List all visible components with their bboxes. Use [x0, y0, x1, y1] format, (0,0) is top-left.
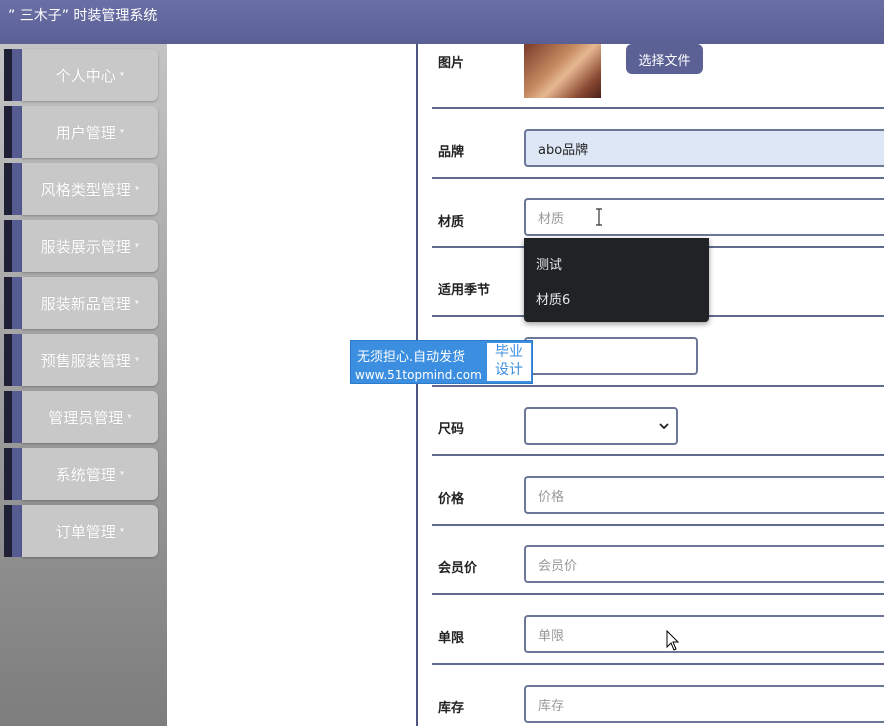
sidebar-item-label: 系统管理 [55, 465, 116, 484]
form-left-border [416, 44, 418, 726]
season-input[interactable] [524, 337, 698, 375]
price-label: 价格 [438, 492, 465, 507]
stock-label: 库存 [438, 701, 465, 716]
sidebar-item-presale-clothing-management[interactable]: 预售服装管理 ▾ [4, 334, 158, 386]
sidebar-item-order-management[interactable]: 订单管理 ▾ [4, 505, 158, 557]
sidebar-item-label: 预售服装管理 [40, 351, 131, 370]
chevron-down-icon: ▾ [119, 469, 125, 479]
sidebar-item-label: 用户管理 [55, 123, 116, 142]
sidebar-item-clothing-display-management[interactable]: 服装展示管理 ▾ [4, 220, 158, 272]
sidebar-item-new-clothing-management[interactable]: 服装新品管理 ▾ [4, 277, 158, 329]
sidebar-item-label: 订单管理 [55, 522, 116, 541]
sidebar-item-label: 服装新品管理 [40, 294, 131, 313]
material-autocomplete-dropdown: 测试 材质6 [524, 238, 709, 322]
sidebar: 个人中心 ▾ 用户管理 ▾ 风格类型管理 ▾ 服装展示管理 ▾ 服装新品管理 ▾ 预售服装… [0, 44, 167, 726]
watermark-badge: 毕业 设计 [487, 343, 531, 381]
mouse-pointer-icon [666, 630, 680, 651]
product-image-thumbnail [524, 44, 601, 98]
member-price-input[interactable]: 会员价 [524, 545, 884, 583]
limit-label: 单限 [438, 631, 465, 646]
sidebar-item-user-management[interactable]: 用户管理 ▾ [4, 106, 158, 158]
sidebar-item-system-management[interactable]: 系统管理 ▾ [4, 448, 158, 500]
sidebar-item-label: 服装展示管理 [40, 237, 131, 256]
autocomplete-option[interactable]: 测试 [536, 254, 562, 273]
sidebar-item-label: 管理员管理 [48, 408, 124, 427]
sidebar-item-style-type-management[interactable]: 风格类型管理 ▾ [4, 163, 158, 215]
watermark-url: www.51topmind.com [355, 368, 482, 382]
sidebar-item-personal-center[interactable]: 个人中心 ▾ [4, 49, 158, 101]
chevron-down-icon: ▾ [127, 412, 132, 422]
text-cursor-icon [596, 208, 602, 226]
member-price-label: 会员价 [438, 561, 478, 576]
autocomplete-option[interactable]: 材质6 [536, 289, 570, 308]
brand-label: 品牌 [438, 145, 465, 160]
material-label: 材质 [438, 215, 465, 230]
size-label: 尺码 [438, 422, 465, 437]
chevron-down-icon: ▾ [119, 526, 125, 536]
chevron-down-icon: ▾ [134, 241, 140, 251]
top-bar: ” 三木子” 时装管理系统 [0, 0, 884, 44]
size-select[interactable] [524, 407, 678, 445]
chevron-down-icon: ▾ [134, 355, 140, 365]
brand-input[interactable]: abo品牌 [524, 129, 884, 167]
choose-file-button[interactable]: 选择文件 [626, 44, 703, 74]
chevron-down-icon: ▾ [134, 298, 140, 308]
image-label: 图片 [438, 56, 465, 71]
limit-input[interactable]: 单限 [524, 615, 884, 653]
season-label: 适用季节 [438, 283, 491, 298]
sidebar-item-label: 风格类型管理 [40, 180, 131, 199]
watermark-badge-bottom: 设计 [495, 362, 523, 378]
sidebar-item-label: 个人中心 [55, 66, 116, 85]
watermark-badge-top: 毕业 [495, 344, 523, 360]
chevron-down-icon: ▾ [134, 184, 140, 194]
watermark-text: 无须担心.自动发货 [357, 350, 466, 365]
watermark-banner: 无须担心.自动发货 www.51topmind.com 毕业 设计 [350, 340, 533, 384]
app-title: ” 三木子” 时装管理系统 [8, 8, 158, 24]
sidebar-item-admin-management[interactable]: 管理员管理 ▾ [4, 391, 158, 443]
chevron-down-icon [659, 423, 669, 430]
chevron-down-icon: ▾ [119, 127, 125, 137]
stock-input[interactable]: 库存 [524, 685, 884, 723]
chevron-down-icon: ▾ [119, 70, 125, 80]
material-input[interactable]: 材质 [524, 198, 884, 236]
price-input[interactable]: 价格 [524, 476, 884, 514]
